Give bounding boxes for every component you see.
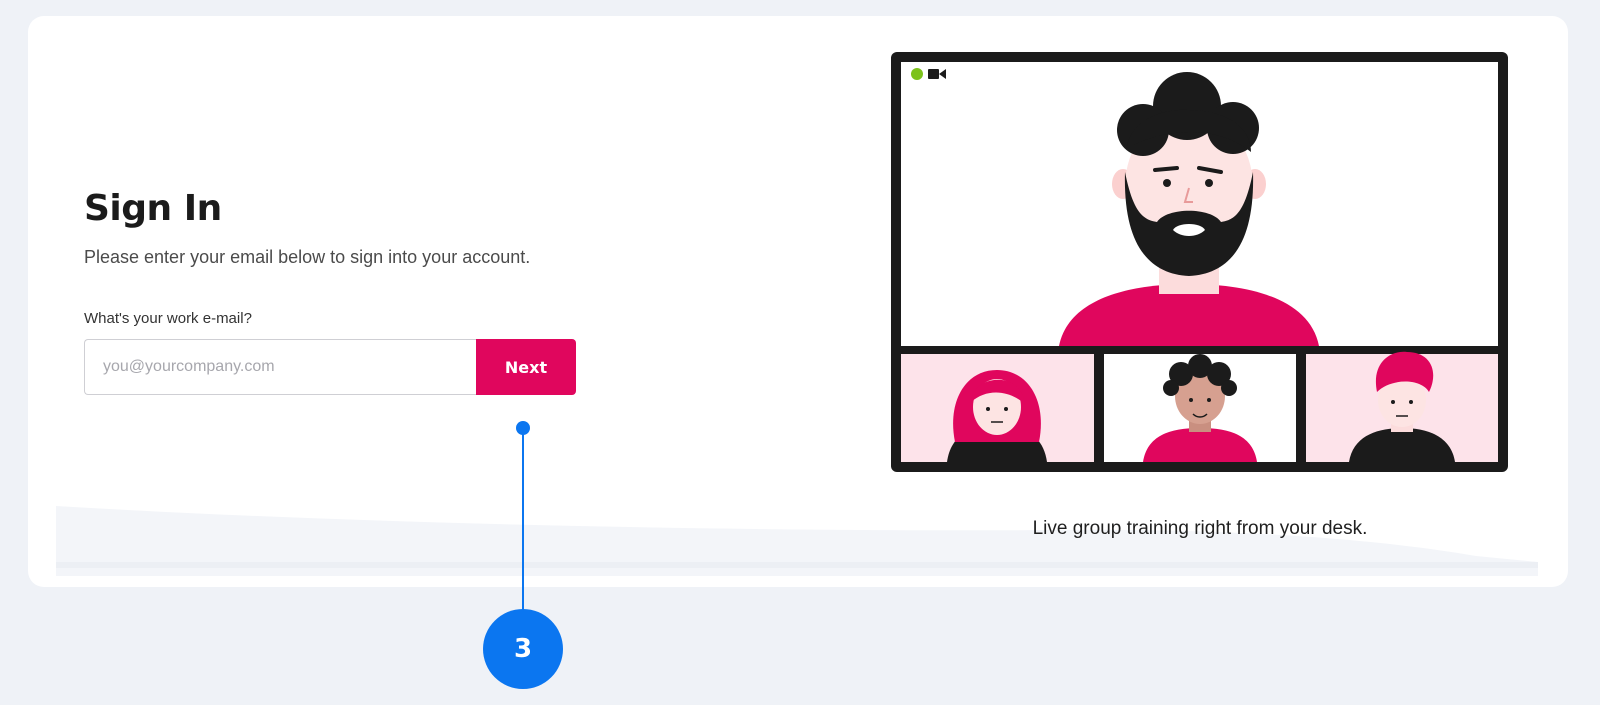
illustration-caption: Live group training right from your desk… bbox=[1032, 518, 1368, 539]
green-dot-icon bbox=[911, 68, 923, 80]
signin-subtitle: Please enter your email below to sign in… bbox=[84, 247, 531, 267]
email-input[interactable] bbox=[84, 339, 476, 395]
email-label: What's your work e-mail? bbox=[84, 310, 252, 327]
page-title: Sign In bbox=[84, 188, 222, 229]
next-button[interactable]: Next bbox=[476, 339, 576, 395]
signin-form: Sign In Please enter your email below to… bbox=[84, 188, 604, 395]
video-call-illustration bbox=[891, 52, 1508, 472]
email-form-row: Next bbox=[84, 339, 576, 395]
step-callout-badge: 3 bbox=[483, 609, 563, 689]
